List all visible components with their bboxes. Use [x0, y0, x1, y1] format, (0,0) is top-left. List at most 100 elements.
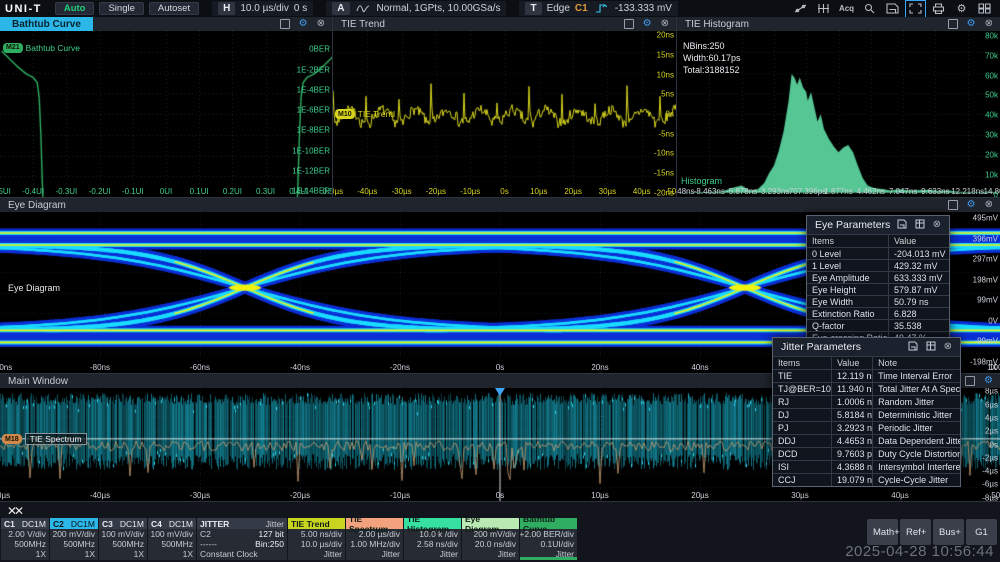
panel-title: Eye Diagram [0, 200, 66, 211]
eye-parameters-rows: ItemsValue0 Level-204.013 mV1 Level429.3… [807, 234, 949, 343]
jitter-parameters-table[interactable]: Jitter Parameters ⊗ ItemsValueNoteTIE12.… [772, 337, 961, 487]
panel-title: TIE Trend [333, 19, 385, 30]
analysis-box-tie-histogram[interactable]: TIE Histogram10.0 k /div2.58 ns/divJitte… [404, 518, 461, 560]
analysis-setting: 20.0 ns/div [462, 539, 519, 549]
analysis-box-bathtub-curve[interactable]: Bathtub Curve1E+2.00 BER/div0.1UI/divJit… [520, 518, 577, 560]
math-button[interactable]: Math+ [867, 519, 898, 545]
select-checkbox[interactable] [965, 376, 975, 386]
eye-parameters-table[interactable]: Eye Parameters ⊗ ItemsValue0 Level-204.0… [806, 215, 950, 344]
grid-display-icon[interactable] [815, 2, 832, 16]
save-icon[interactable] [884, 2, 901, 16]
analysis-box-tie-trend[interactable]: TIE Trend5.00 ns/div10.0 µs/divJitter [288, 518, 345, 560]
eye-diagram-header: Eye Diagram ⚙ ⊗ [0, 198, 1000, 212]
table-row: DJ5.8184 nsDeterministic Jitter [773, 408, 960, 421]
trigger-position-marker[interactable] [495, 388, 505, 396]
table-row: 0 Level-204.013 mV [807, 247, 949, 259]
g1-button[interactable]: G1 [966, 519, 997, 545]
analysis-setting: Jitter [404, 549, 461, 559]
table-row: TIE12.119 nsTime Interval Error [773, 369, 960, 382]
param-item: DCD [773, 449, 831, 459]
column-header: Items [807, 236, 888, 246]
bathtub-trace-badge: M21 Bathtub Curve [3, 43, 80, 53]
tie-histogram-header: TIE Histogram ⚙ ⊗ [677, 17, 1000, 31]
param-value: -204.013 mV [888, 248, 949, 259]
tie-trend-plot[interactable]: M10 TIE Trend -50µs-40µs-30µs-20µs-10µs0… [333, 31, 676, 197]
table-row: Eye Height579.87 mV [807, 283, 949, 295]
ref-button[interactable]: Ref+ [900, 519, 931, 545]
acq-menu-icon[interactable]: Acq [838, 2, 855, 16]
gear-icon[interactable]: ⚙ [299, 19, 308, 29]
close-icon[interactable]: ⊗ [985, 200, 993, 210]
autoset-button[interactable]: Autoset [149, 2, 199, 15]
table-row: PJ3.2923 nsPeriodic Jitter [773, 421, 960, 434]
channel-setting: 1X [99, 549, 147, 559]
single-button[interactable]: Single [99, 2, 143, 15]
select-checkbox[interactable] [624, 19, 634, 29]
table-view-icon[interactable] [915, 219, 925, 232]
settings-gear-icon[interactable]: ⚙ [953, 2, 970, 16]
channel-box-c2[interactable]: C2DC1M200 mV/div500MHz1X [50, 518, 98, 560]
trace-label: Eye Diagram [8, 283, 60, 293]
gear-icon[interactable]: ⚙ [967, 200, 976, 210]
gear-icon[interactable]: ⚙ [967, 19, 976, 29]
tie-histogram-plot[interactable]: NBins:250 Width:60.17ps Total:3188152 Hi… [677, 31, 1000, 197]
close-icon[interactable]: ⊗ [985, 19, 993, 29]
analysis-header: TIE Histogram [404, 518, 461, 529]
close-icon[interactable]: ⊗ [933, 220, 941, 230]
toolbar-icon-bar: Acq ⚙ [792, 2, 995, 16]
analysis-box-tie-spectrum[interactable]: TIE Spectrum2.00 µs/div1.00 MHz/divJitte… [346, 518, 403, 560]
trigger-type: Edge [547, 3, 570, 14]
window-layout-icon[interactable] [976, 2, 993, 16]
tie-spectrum-trace-badge: M18 TIE Spectrum [2, 433, 87, 445]
channel-setting: 2.00 V/div [1, 529, 49, 539]
close-icon[interactable]: ⊗ [317, 19, 325, 29]
trace-label: TIE Trend [358, 109, 395, 119]
channel-box-c3[interactable]: C3DC1M100 mV/div500MHz1X [99, 518, 147, 560]
bathtub-plot[interactable]: M21 Bathtub Curve -0.5UI-0.4UI-0.3UI-0.2… [0, 31, 332, 197]
close-icon[interactable]: ⊗ [661, 19, 669, 29]
horizontal-group[interactable]: H 10.0 µs/div 0 s [212, 1, 313, 16]
bus-button[interactable]: Bus+ [933, 519, 964, 545]
bathtub-tab[interactable]: Bathtub Curve [0, 17, 93, 31]
jitter-box-header: JITTERJitter [197, 518, 287, 529]
top-panel-row: Bathtub Curve ⚙ ⊗ M21 Bathtub Curve -0.5… [0, 17, 1000, 197]
param-item: TIE [773, 371, 831, 381]
bathtub-canvas [0, 31, 332, 197]
channel-strip: C1DC1M2.00 V/div500MHz1XC2DC1M200 mV/div… [1, 518, 577, 560]
table-view-icon[interactable] [926, 341, 936, 354]
analysis-box-eye-diagram[interactable]: Eye Diagram200 mV/div20.0 ns/divJitter [462, 518, 519, 560]
oscilloscope-app: UNI-T Auto Single Autoset H 10.0 µs/div … [0, 0, 1000, 562]
channel-box-c4[interactable]: C4DC1M100 mV/div500MHz1X [148, 518, 196, 560]
gear-icon[interactable]: ⚙ [643, 19, 652, 29]
close-all-windows-icon[interactable]: ✕✕ [0, 504, 21, 518]
acquire-group[interactable]: A Normal, 1GPts, 10.00GSa/s [326, 1, 506, 16]
select-checkbox[interactable] [948, 200, 958, 210]
table-row: 1 Level429.32 mV [807, 259, 949, 271]
trigger-level: -133.333 mV [615, 3, 672, 14]
param-item: Extinction Ratio [807, 309, 888, 319]
param-value: 6.828 [888, 308, 949, 319]
select-checkbox[interactable] [280, 19, 290, 29]
param-note: Duty Cycle Distortion [872, 448, 960, 460]
analysis-header: Bathtub Curve [520, 518, 577, 529]
save-icon[interactable] [908, 341, 918, 354]
channel-setting: 500MHz [148, 539, 196, 549]
fullscreen-layout-icon[interactable] [907, 2, 924, 16]
param-value: 4.3688 ns [831, 461, 872, 473]
close-icon[interactable]: ⊗ [944, 342, 952, 352]
gear-icon[interactable]: ⚙ [984, 376, 993, 386]
save-icon[interactable] [897, 219, 907, 232]
column-header: Value [831, 357, 872, 369]
param-value: 579.87 mV [888, 284, 949, 295]
table-row: TJ@BER=10e-1211.940 nsTotal Jitter At A … [773, 382, 960, 395]
trigger-group[interactable]: T Edge C1 -133.333 mV [519, 1, 678, 16]
param-note: Deterministic Jitter [872, 409, 960, 421]
select-checkbox[interactable] [948, 19, 958, 29]
printer-icon[interactable] [930, 2, 947, 16]
search-icon[interactable] [861, 2, 878, 16]
jitter-box[interactable]: JITTERJitterC2127 bit------Bin:250Consta… [197, 518, 287, 560]
run-mode-button[interactable]: Auto [55, 2, 95, 15]
slope-measure-icon[interactable] [792, 2, 809, 16]
analysis-header: TIE Spectrum [346, 518, 403, 529]
channel-box-c1[interactable]: C1DC1M2.00 V/div500MHz1X [1, 518, 49, 560]
